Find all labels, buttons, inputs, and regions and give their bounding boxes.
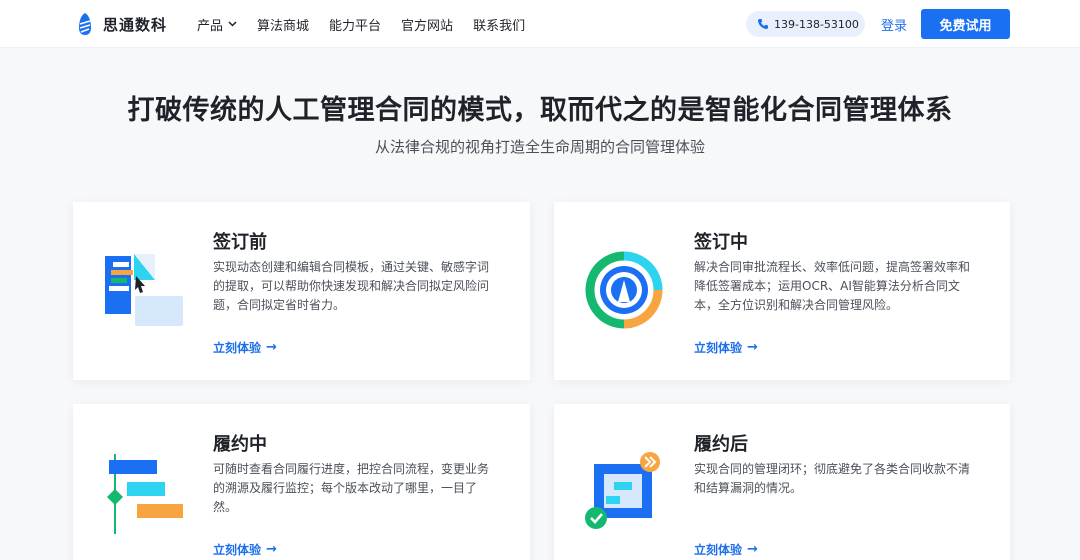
cta-label: 立刻体验 xyxy=(213,341,262,355)
card-description: 可随时查看合同履行进度，把控合同流程，变更业务的溯源及履行监控；每个版本改动了哪… xyxy=(213,462,490,514)
try-now-link[interactable]: 立刻体验 → xyxy=(213,339,277,356)
chevron-down-icon xyxy=(228,21,237,27)
hero-subtitle: 从法律合规的视角打造全生命周期的合同管理体验 xyxy=(374,138,705,156)
nav-item-products[interactable]: 产品 xyxy=(197,15,237,34)
brand-name: 思通数科 xyxy=(103,15,168,34)
top-navbar: 思通数科 产品 算法商城 能力平台 官方网站 联系我们 139-138-5310… xyxy=(0,0,1080,48)
card-pre-signing: 签订前 实现动态创建和编辑合同模板，通过关键、敏感字词的提取，可以帮助你快速发现… xyxy=(73,202,530,380)
try-now-link[interactable]: 立刻体验 → xyxy=(694,541,758,558)
try-now-link[interactable]: 立刻体验 → xyxy=(694,339,758,356)
gantt-progress-icon xyxy=(107,454,183,534)
nav-item-label: 算法商城 xyxy=(257,18,310,34)
phone-number: 139-138-53100 xyxy=(774,17,859,31)
document-edit-icon xyxy=(105,254,183,326)
arrow-right-icon: → xyxy=(266,340,277,355)
nav-item-label: 能力平台 xyxy=(329,18,382,34)
login-link[interactable]: 登录 xyxy=(881,15,907,34)
main-menu: 产品 算法商城 能力平台 官方网站 联系我们 xyxy=(197,0,545,48)
free-trial-button[interactable]: 免费试用 xyxy=(921,9,1010,39)
circular-review-icon xyxy=(585,251,663,329)
phone-icon xyxy=(758,19,768,29)
closed-loop-check-icon xyxy=(585,452,660,529)
nav-item-contact-us[interactable]: 联系我们 xyxy=(473,15,525,34)
card-title: 签订前 xyxy=(213,232,267,253)
cta-label: 立刻体验 xyxy=(694,543,743,557)
nav-item-algorithm-store[interactable]: 算法商城 xyxy=(257,15,309,34)
arrow-right-icon: → xyxy=(747,340,758,355)
brand-logo-icon xyxy=(79,13,91,35)
card-title: 签订中 xyxy=(694,232,748,253)
nav-item-label: 官方网站 xyxy=(401,18,454,34)
nav-item-label: 产品 xyxy=(197,18,224,34)
card-title: 履约后 xyxy=(694,434,748,455)
card-title: 履约中 xyxy=(213,434,267,455)
card-description: 实现动态创建和编辑合同模板，通过关键、敏感字词的提取，可以帮助你快速发现和解决合… xyxy=(213,260,490,312)
hero-title: 打破传统的人工管理合同的模式，取而代之的是智能化合同管理体系 xyxy=(127,95,953,126)
nav-item-label: 联系我们 xyxy=(473,18,526,34)
card-performance: 履约中 可随时查看合同履行进度，把控合同流程，变更业务的溯源及履行监控；每个版本… xyxy=(73,404,530,560)
card-post-performance: 履约后 实现合同的管理闭环；彻底避免了各类合同收款不清和结算漏洞的情况。 立刻体… xyxy=(554,404,1010,560)
cta-label: 立刻体验 xyxy=(213,543,262,557)
nav-item-capability-platform[interactable]: 能力平台 xyxy=(329,15,381,34)
try-now-link[interactable]: 立刻体验 → xyxy=(213,541,277,558)
arrow-right-icon: → xyxy=(266,542,277,557)
card-description: 实现合同的管理闭环；彻底避免了各类合同收款不清和结算漏洞的情况。 xyxy=(694,462,971,495)
arrow-right-icon: → xyxy=(747,542,758,557)
nav-item-official-site[interactable]: 官方网站 xyxy=(401,15,453,34)
phone-contact[interactable]: 139-138-53100 xyxy=(746,11,865,37)
cta-label: 立刻体验 xyxy=(694,341,743,355)
card-signing: 签订中 解决合同审批流程长、效率低问题，提高签署效率和降低签署成本；运用OCR、… xyxy=(554,202,1010,380)
brand-logo[interactable]: 思通数科 xyxy=(76,12,167,36)
card-description: 解决合同审批流程长、效率低问题，提高签署效率和降低签署成本；运用OCR、AI智能… xyxy=(694,260,971,312)
